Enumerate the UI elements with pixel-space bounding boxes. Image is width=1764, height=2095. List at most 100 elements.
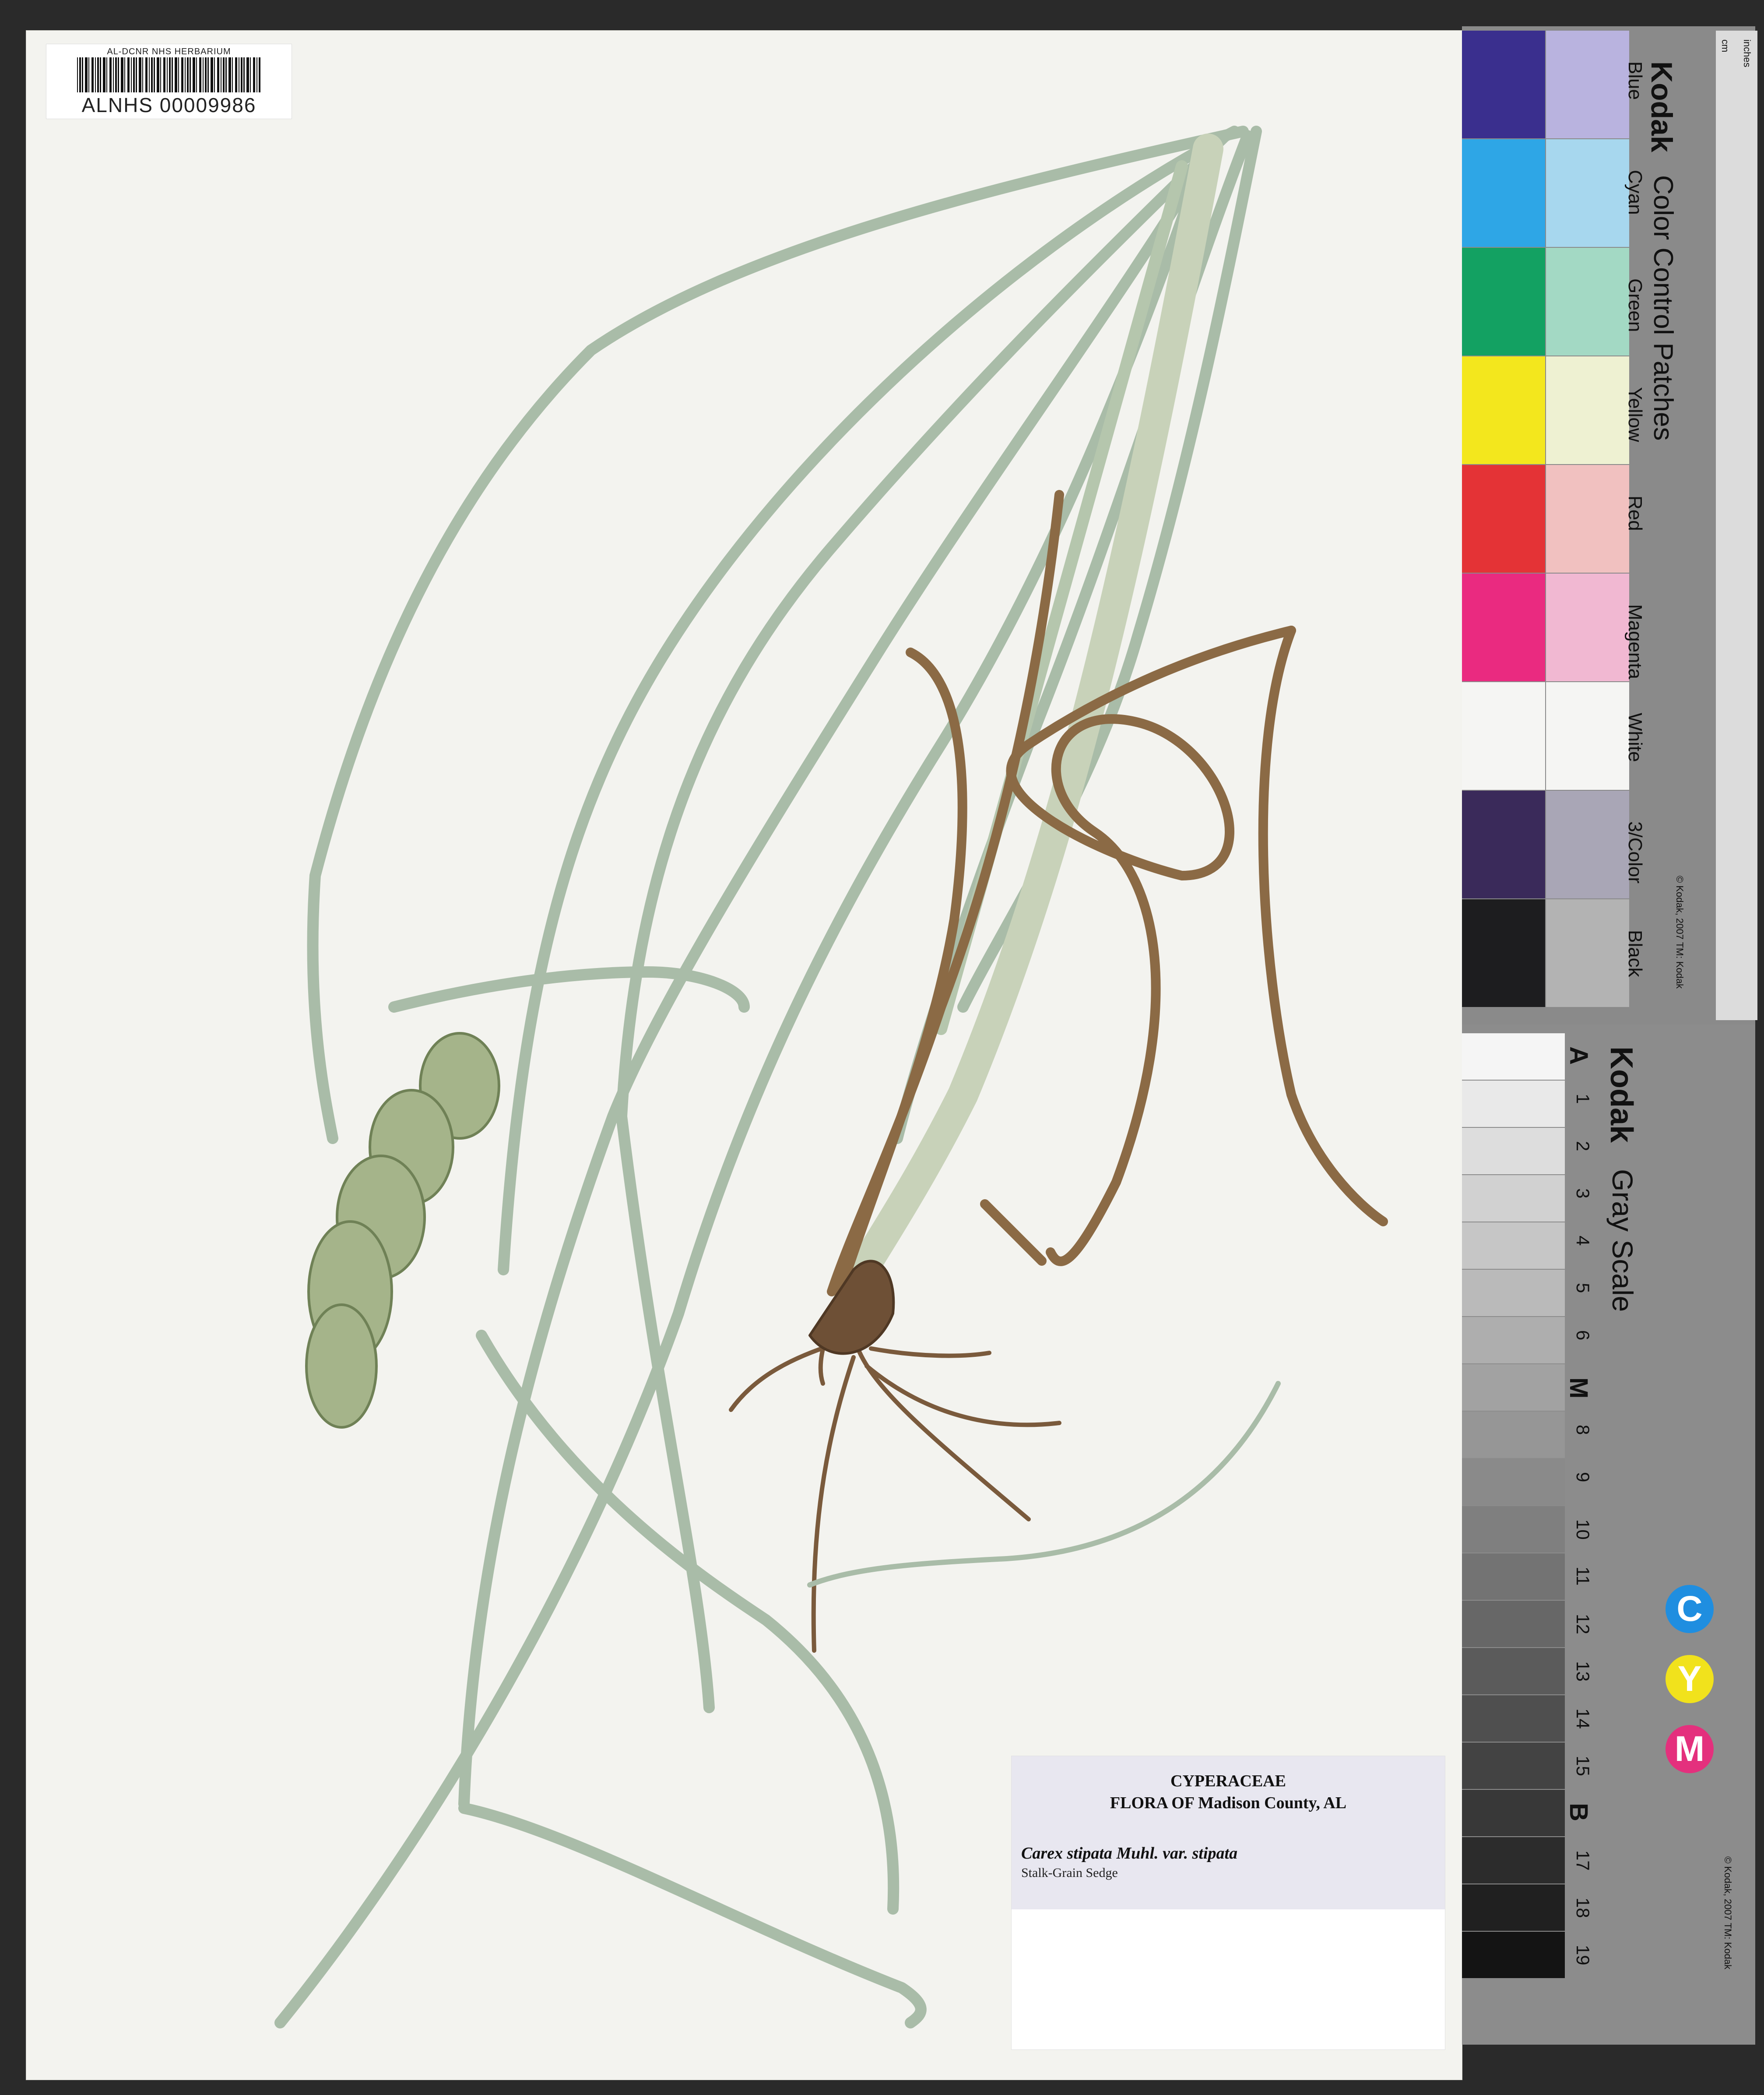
gray-step <box>1462 1648 1565 1694</box>
barcode-bar <box>175 57 177 92</box>
gray-step <box>1462 1459 1565 1505</box>
tint-patch-3-color <box>1546 791 1629 898</box>
color-patch-magenta <box>1462 574 1545 681</box>
barcode-bar <box>211 57 213 92</box>
barcode-bar <box>82 57 83 92</box>
gray-step-label: 17 <box>1573 1850 1593 1871</box>
barcode-bar <box>160 57 161 92</box>
gray-step <box>1462 1695 1565 1742</box>
barcode-bar <box>149 57 150 92</box>
barcode-bar <box>253 57 255 92</box>
barcode-bar <box>225 57 227 92</box>
herbarium-name: AL-DCNR NHS HERBARIUM <box>107 47 231 56</box>
barcode <box>77 57 260 92</box>
patch-label: 3/Color <box>1624 821 1646 884</box>
roots <box>729 1289 1061 1653</box>
barcode-bar <box>193 57 195 92</box>
barcode-bar <box>207 57 209 92</box>
barcode-bar <box>205 57 207 92</box>
color-patch-3-color <box>1462 791 1545 898</box>
color-card-title: Color Control Patches <box>1648 175 1678 441</box>
patch-label: Red <box>1624 496 1646 531</box>
barcode-bar <box>151 57 153 92</box>
flora-location: FLORA OF Madison County, AL <box>1110 1794 1347 1812</box>
barcode-bar <box>196 57 197 92</box>
tint-patch-blue <box>1546 31 1629 138</box>
gray-step-label: 8 <box>1573 1425 1593 1435</box>
gray-step <box>1462 1932 1565 1978</box>
barcode-bar <box>131 57 132 92</box>
gray-step <box>1462 1175 1565 1222</box>
barcode-bar <box>121 57 123 92</box>
barcode-bar <box>145 57 148 92</box>
barcode-bar <box>113 57 114 92</box>
gray-step <box>1462 1553 1565 1600</box>
cym-marker-c: C <box>1666 1585 1714 1633</box>
barcode-number: ALNHS 00009986 <box>81 94 257 116</box>
scientific-name: Carex stipata Muhl. var. stipata <box>1021 1844 1238 1863</box>
barcode-bar <box>232 57 233 92</box>
barcode-bar <box>172 57 173 92</box>
barcode-bar <box>100 57 101 92</box>
color-patch-green <box>1462 248 1545 356</box>
color-patch-cyan <box>1462 139 1545 247</box>
barcode-bar <box>136 57 137 92</box>
gray-step <box>1462 1128 1565 1174</box>
gray-step <box>1462 1317 1565 1363</box>
barcode-bar <box>214 57 215 92</box>
barcode-bar <box>250 57 251 92</box>
tint-patch-red <box>1546 465 1629 573</box>
determination-label: CYPERACEAE FLORA OF Madison County, AL C… <box>1011 1756 1445 2050</box>
barcode-bar <box>217 57 219 92</box>
barcode-bar <box>133 57 135 92</box>
barcode-bar <box>259 57 260 92</box>
barcode-bar <box>199 57 201 92</box>
family-name: CYPERACEAE <box>1170 1772 1286 1790</box>
color-patch-white <box>1462 682 1545 790</box>
cym-marker-y: Y <box>1666 1655 1714 1703</box>
barcode-bar <box>181 57 183 92</box>
barcode-bar <box>157 57 159 92</box>
ruler-unit-cm: cm <box>1720 39 1731 53</box>
gray-step-label: 18 <box>1573 1898 1593 1918</box>
barcode-bar <box>235 57 237 92</box>
gray-step <box>1462 1033 1565 1080</box>
gray-step-label: 11 <box>1573 1567 1593 1586</box>
inflorescence <box>305 1032 500 1429</box>
gray-step <box>1462 1601 1565 1647</box>
root-crown <box>808 1260 895 1355</box>
patch-label: Cyan <box>1624 170 1646 215</box>
patch-label: Magenta <box>1624 604 1646 680</box>
barcode-bar <box>187 57 189 92</box>
gray-step-label: B <box>1564 1803 1593 1821</box>
color-patch-blue <box>1462 31 1545 138</box>
barcode-bar <box>118 57 119 92</box>
barcode-bar <box>178 57 179 92</box>
gray-step-label: 14 <box>1573 1708 1593 1729</box>
barcode-bar <box>109 57 112 92</box>
barcode-bar <box>88 57 89 92</box>
gray-step-label: 5 <box>1573 1283 1593 1293</box>
gray-step <box>1462 1222 1565 1269</box>
gray-step-label: 4 <box>1573 1236 1593 1246</box>
barcode-bar <box>79 57 81 92</box>
barcode-bar <box>243 57 245 92</box>
tint-patch-black <box>1546 899 1629 1007</box>
patch-label: White <box>1624 713 1646 762</box>
gray-card-copyright: © Kodak, 2007 TM: Kodak <box>1722 1856 1733 1969</box>
kodak-color-control-card <box>1462 26 1755 1029</box>
barcode-bar <box>97 57 99 92</box>
gray-step <box>1462 1790 1565 1836</box>
color-card-brand: Kodak <box>1645 61 1678 152</box>
kodak-gray-scale-card: Kodak Gray Scale A 1 2 3 4 5 6 M 8 9 10 11 12 13 14 15 B… <box>1462 1025 1755 2045</box>
barcode-bar <box>154 57 155 92</box>
barcode-bar <box>167 57 168 92</box>
tint-patch-cyan <box>1546 139 1629 247</box>
barcode-bar <box>139 57 141 92</box>
patch-label: Green <box>1624 278 1646 332</box>
gray-step <box>1462 1506 1565 1553</box>
ruler-unit-inches: inches <box>1742 39 1753 67</box>
barcode-bar <box>124 57 125 92</box>
color-card-copyright: © Kodak, 2007 TM: Kodak <box>1674 876 1685 989</box>
barcode-bar <box>115 57 117 92</box>
